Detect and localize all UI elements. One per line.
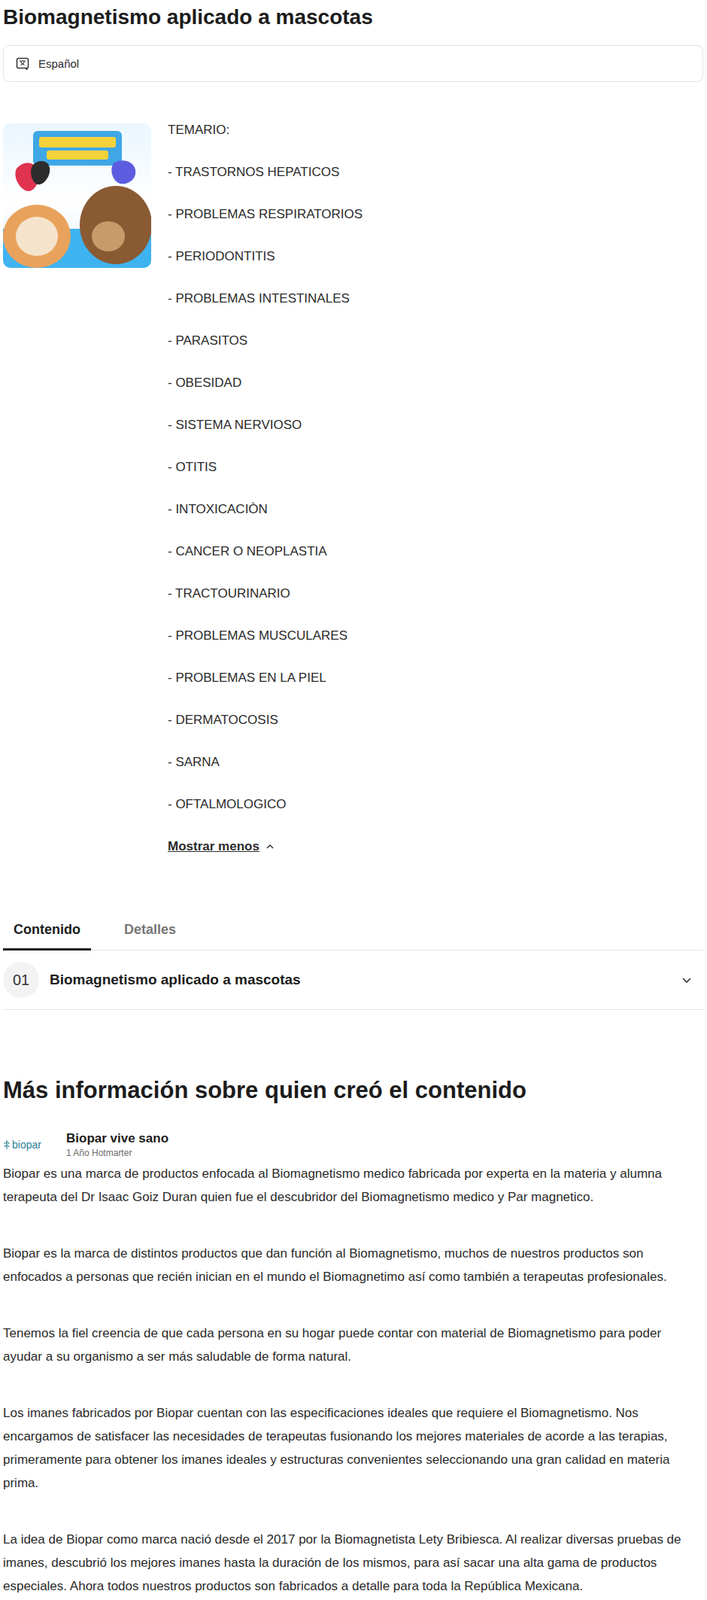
course-description: TEMARIO: - TRASTORNOS HEPATICOS - PROBLEMA…: [3, 121, 704, 856]
bio-paragraph: Biopar es la marca de distintos producto…: [3, 1241, 704, 1288]
bio-paragraph: Tenemos la fiel creencia de que cada per…: [3, 1320, 704, 1368]
syllabus-item: - TRACTOURINARIO: [167, 584, 704, 603]
syllabus-list: TEMARIO: - TRASTORNOS HEPATICOS - PROBLEMA…: [167, 121, 704, 856]
chevron-icon: [265, 841, 275, 851]
language-label: Español: [38, 57, 79, 70]
syllabus-item: - PROBLEMAS EN LA PIEL: [167, 668, 704, 687]
logo-text: biopar: [12, 1137, 42, 1151]
creator-logo: biopar: [3, 1137, 53, 1151]
bio-paragraph: Los imanes fabricados por Biopar cuentan…: [3, 1400, 704, 1494]
tab[interactable]: Detalles: [113, 918, 187, 950]
cover-illustration: [3, 123, 152, 268]
syllabus-item: - PERIODONTITIS: [167, 247, 704, 266]
creator-bio: Biopar es una marca de productos enfocad…: [3, 1161, 704, 1597]
translate-icon: [15, 56, 31, 72]
course-cover-image: [3, 123, 152, 268]
creator-tenure: 1 Año Hotmarter: [66, 1146, 169, 1159]
syllabus-item: - SISTEMA NERVIOSO: [167, 415, 704, 434]
syllabus-item: - PROBLEMAS RESPIRATORIOS: [167, 205, 704, 224]
chevron-icon: [680, 973, 693, 986]
syllabus-item: - OTITIS: [167, 458, 704, 477]
page-title: Biomagnetismo aplicado a mascotas: [3, 4, 704, 31]
show-less-label: Mostrar menos: [167, 837, 260, 856]
tab[interactable]: Contenido: [3, 918, 92, 950]
tab-bar: Contenido Detalles: [3, 918, 704, 950]
module-row[interactable]: 01 Biomagnetismo aplicado a mascotas: [3, 949, 704, 1010]
show-less-toggle[interactable]: Mostrar menos: [167, 837, 275, 856]
bio-paragraph: Biopar es una marca de productos enfocad…: [3, 1161, 704, 1208]
bio-paragraph: La idea de Biopar como marca nació desde…: [3, 1526, 704, 1597]
syllabus-item: - INTOXICACIÒN: [167, 500, 704, 519]
module-number: 01: [3, 961, 40, 998]
language-indicator: Español: [3, 45, 704, 82]
syllabus-heading: TEMARIO:: [167, 121, 704, 140]
syllabus-item: - OFTALMOLOGICO: [167, 794, 704, 814]
syllabus-item: - OBESIDAD: [167, 373, 704, 392]
creator-meta: Biopar vive sano1 Año Hotmarter: [66, 1129, 169, 1159]
module-title: Biomagnetismo aplicado a mascotas: [49, 970, 671, 988]
creator-heading: Más información sobre quien creó el cont…: [3, 1075, 704, 1105]
creator-name: Biopar vive sano: [66, 1129, 169, 1147]
syllabus-item: - PARASITOS: [167, 331, 704, 350]
syllabus-item: - CANCER O NEOPLASTIA: [167, 542, 704, 561]
syllabus-item: - SARNA: [167, 752, 704, 771]
creator-info: biopar Biopar vive sano1 Año Hotmarter: [3, 1129, 704, 1159]
syllabus-item: - TRASTORNOS HEPATICOS: [167, 163, 704, 182]
syllabus-item: - DERMATOCOSIS: [167, 710, 704, 729]
syllabus-item: - PROBLEMAS INTESTINALES: [167, 289, 704, 308]
leaf-icon: [3, 1138, 11, 1150]
syllabus-item: - PROBLEMAS MUSCULARES: [167, 626, 704, 645]
